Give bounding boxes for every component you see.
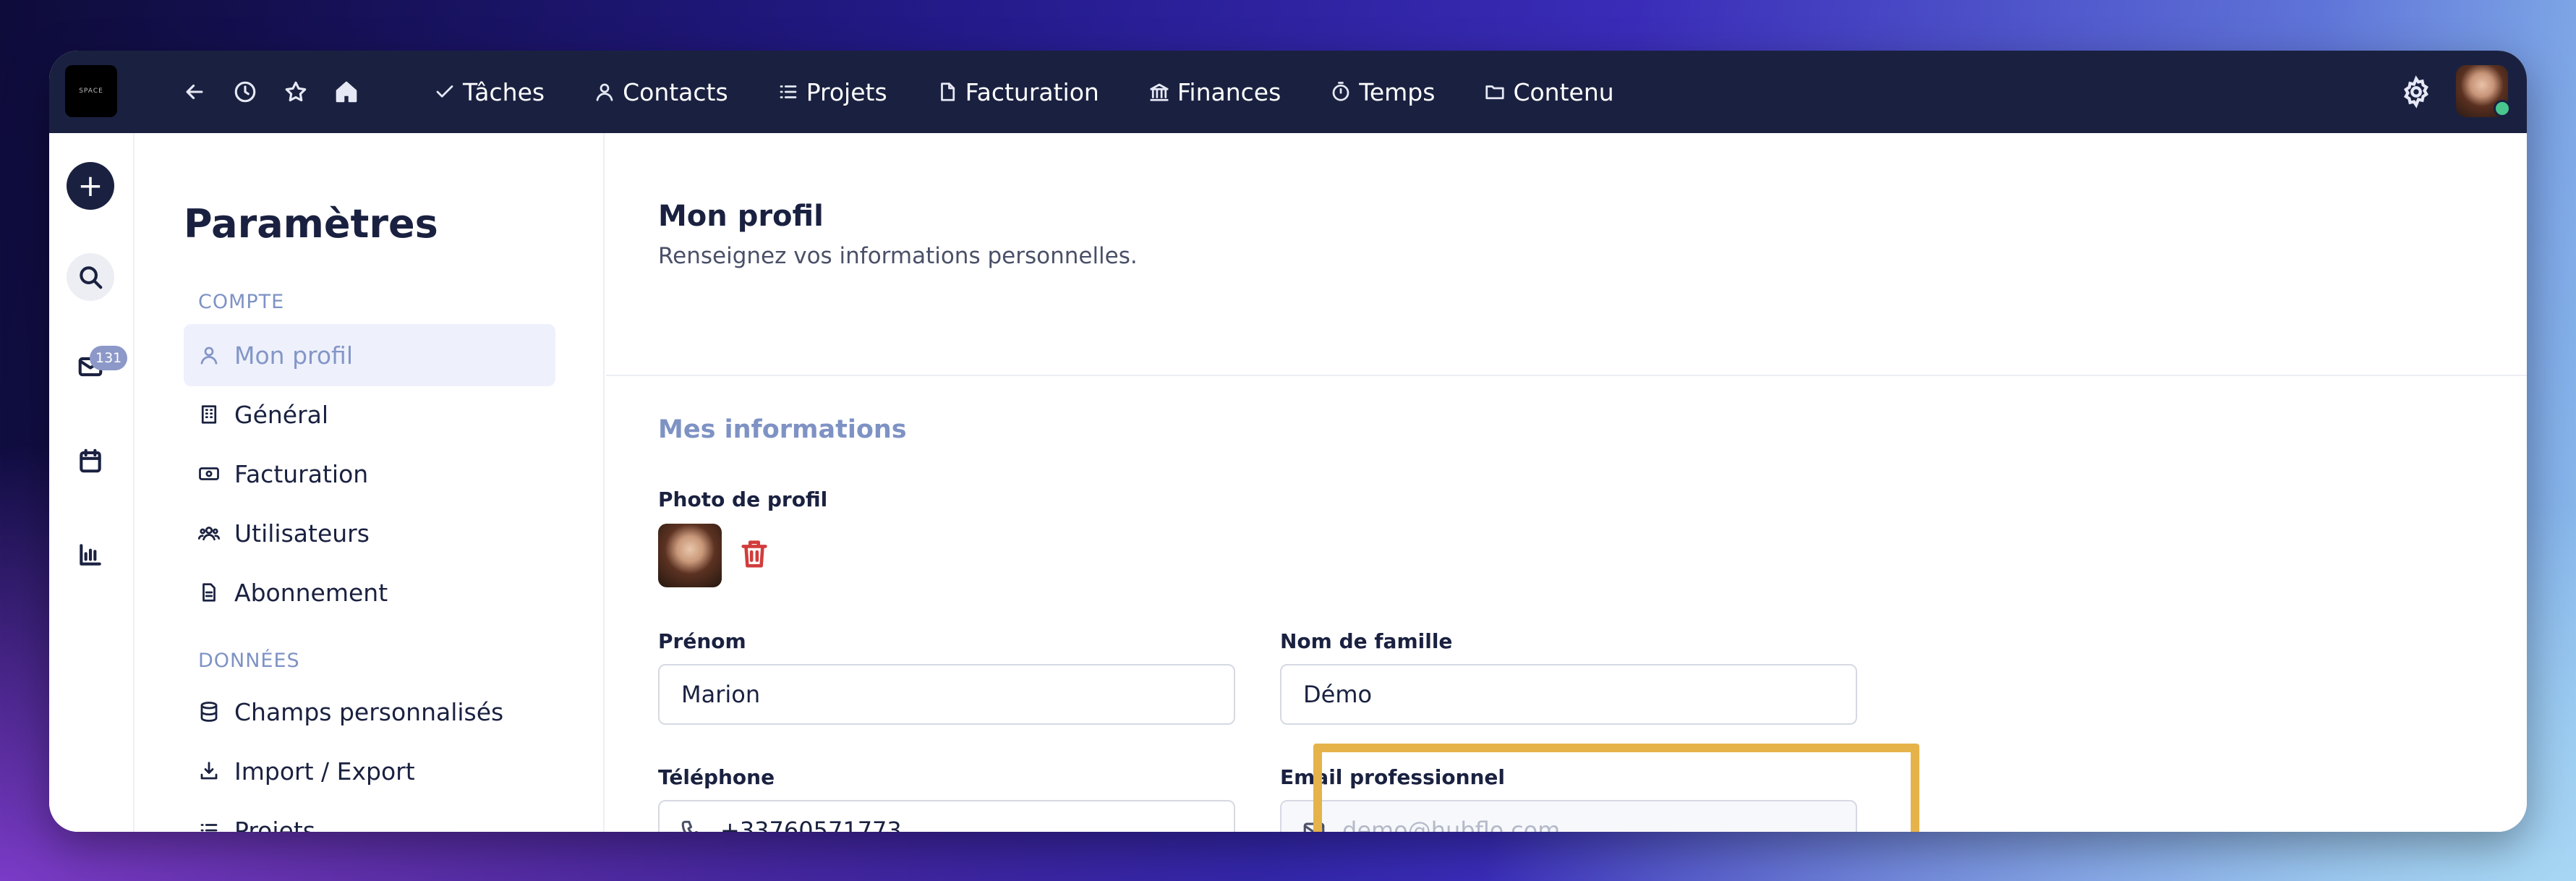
- sidebar-item-label: Abonnement: [234, 578, 388, 607]
- reports-chart-icon[interactable]: [67, 531, 114, 579]
- page-title: Mon profil: [658, 200, 824, 233]
- last-name-field[interactable]: [1280, 664, 1857, 725]
- nav-taches[interactable]: Tâches: [434, 78, 545, 106]
- phone-icon: [680, 819, 704, 832]
- settings-sidebar: Paramètres COMPTE Mon profil Général Fac…: [135, 133, 605, 832]
- first-name-label: Prénom: [658, 629, 746, 653]
- user-icon: [596, 83, 613, 101]
- create-new-button[interactable]: +: [67, 162, 114, 210]
- sidebar-item-label: Import / Export: [234, 757, 415, 786]
- main-nav: Tâches Contacts Projets Facturation Fina…: [434, 51, 1663, 133]
- sidebar-item-label: Champs personnalisés: [234, 697, 504, 726]
- section-heading: Mes informations: [658, 415, 907, 444]
- section-label-data: DONNÉES: [198, 650, 300, 672]
- page-subtitle: Renseignez vos informations personnelles…: [658, 243, 1138, 269]
- app-logo[interactable]: SPACE: [65, 65, 117, 117]
- sidebar-item-utilisateurs[interactable]: Utilisateurs: [184, 502, 555, 564]
- nav-label: Projets: [806, 77, 887, 106]
- nav-label: Finances: [1177, 77, 1281, 106]
- profile-panel: Mon profil Renseignez vos informations p…: [606, 133, 2527, 832]
- sidebar-item-projets[interactable]: Projets: [184, 799, 555, 832]
- import-export-icon: [200, 762, 218, 780]
- sidebar-item-champs-personnalises[interactable]: Champs personnalisés: [184, 681, 555, 743]
- users-icon: [198, 527, 220, 541]
- mail-icon: [1302, 819, 1326, 832]
- nav-contacts[interactable]: Contacts: [594, 78, 728, 106]
- email-field[interactable]: [1280, 800, 1857, 832]
- user-icon: [200, 346, 218, 365]
- nav-label: Temps: [1359, 77, 1436, 106]
- list-icon: [780, 85, 797, 98]
- sidebar-item-abonnement[interactable]: Abonnement: [184, 561, 555, 623]
- favorite-star-icon[interactable]: [281, 77, 311, 107]
- logo-text: SPACE: [79, 88, 103, 95]
- check-icon: [436, 85, 453, 98]
- nav-label: Facturation: [965, 77, 1099, 106]
- section-divider: [606, 375, 2527, 376]
- top-quick-actions: [179, 51, 362, 133]
- back-arrow-icon[interactable]: [179, 77, 210, 107]
- sidebar-item-import-export[interactable]: Import / Export: [184, 740, 555, 802]
- nav-label: Contacts: [623, 77, 728, 106]
- sidebar-item-mon-profil[interactable]: Mon profil: [184, 324, 555, 386]
- sidebar-item-label: Général: [234, 400, 329, 429]
- banknote-icon: [199, 467, 219, 480]
- sidebar-item-label: Facturation: [234, 459, 369, 488]
- timer-icon: [1332, 82, 1349, 101]
- sidebar-item-label: Projets: [234, 816, 315, 833]
- calendar-icon[interactable]: [67, 437, 114, 485]
- delete-photo-trash-icon[interactable]: [738, 535, 774, 574]
- phone-field[interactable]: [658, 800, 1235, 832]
- search-icon[interactable]: [67, 253, 114, 301]
- home-icon[interactable]: [331, 77, 362, 107]
- top-navigation-bar: SPACE Tâches Contacts Projets Facturatio…: [49, 51, 2527, 133]
- phone-label: Téléphone: [658, 765, 775, 789]
- mail-unread-badge: 131: [90, 346, 128, 370]
- nav-projets[interactable]: Projets: [777, 78, 887, 106]
- online-status-dot: [2494, 100, 2511, 117]
- section-label-account: COMPTE: [198, 291, 285, 313]
- email-label: Email professionnel: [1280, 765, 1506, 789]
- nav-label: Contenu: [1513, 77, 1614, 106]
- document-icon: [202, 583, 216, 602]
- list-icon: [200, 824, 218, 832]
- first-name-field[interactable]: [658, 664, 1235, 725]
- building-icon: [201, 405, 217, 424]
- profile-photo[interactable]: [658, 524, 722, 587]
- file-icon: [940, 82, 955, 101]
- nav-label: Tâches: [463, 77, 545, 106]
- nav-temps[interactable]: Temps: [1330, 78, 1435, 106]
- plus-icon: +: [77, 168, 103, 203]
- bank-icon: [1150, 83, 1169, 101]
- app-window: SPACE Tâches Contacts Projets Facturatio…: [49, 51, 2527, 832]
- nav-contenu[interactable]: Contenu: [1484, 77, 1614, 106]
- nav-facturation[interactable]: Facturation: [937, 78, 1099, 106]
- settings-gear-icon[interactable]: [2400, 75, 2433, 108]
- database-icon: [200, 702, 218, 722]
- sidebar-item-facturation[interactable]: Facturation: [184, 443, 555, 505]
- settings-title: Paramètres: [184, 201, 438, 247]
- sidebar-item-label: Mon profil: [234, 341, 354, 370]
- last-name-label: Nom de famille: [1280, 629, 1453, 653]
- left-icon-rail: + 131: [49, 133, 135, 832]
- sidebar-item-general[interactable]: Général: [184, 383, 555, 446]
- sidebar-item-label: Utilisateurs: [234, 519, 370, 548]
- nav-finances[interactable]: Finances: [1148, 78, 1281, 106]
- history-clock-icon[interactable]: [230, 77, 260, 107]
- photo-label: Photo de profil: [658, 488, 828, 511]
- folder-icon: [1485, 85, 1505, 100]
